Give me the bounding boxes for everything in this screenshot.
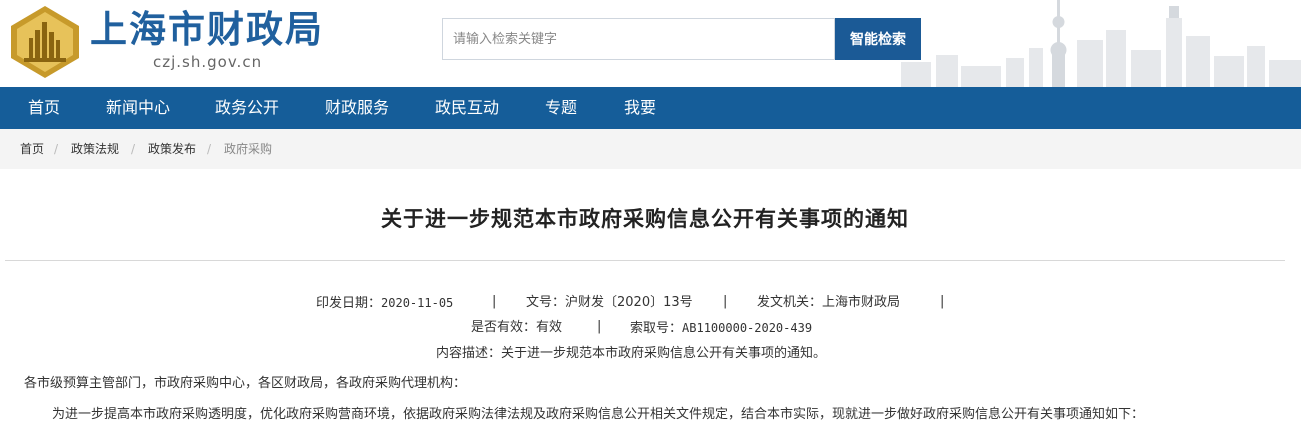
nav-item-gov-affairs[interactable]: 政务公开: [215, 87, 279, 129]
valid-value: 有效: [536, 320, 563, 335]
site-name[interactable]: 上海市财政局: [90, 8, 324, 52]
breadcrumb-current-procurement[interactable]: 政府采购: [224, 129, 272, 169]
meta-divider: |: [940, 294, 945, 309]
city-skyline-decoration: [901, 0, 1301, 87]
meta-divider: |: [723, 294, 728, 309]
breadcrumb-separator: /: [54, 142, 59, 156]
breadcrumb-policy-regulations[interactable]: 政策法规: [71, 129, 119, 169]
meta-index-no: 索取号：AB1100000-2020-439: [630, 319, 812, 338]
main-nav: 首页 新闻中心 政务公开 财政服务 政民互动 专题 我要: [0, 87, 1301, 129]
breadcrumb-policy-release[interactable]: 政策发布: [148, 129, 196, 169]
breadcrumb: 首页 / 政策法规 / 政策发布 / 政府采购: [0, 129, 1301, 169]
search-input[interactable]: [442, 18, 835, 60]
nav-item-news[interactable]: 新闻中心: [106, 87, 170, 129]
meta-doc-no: 文号：沪财发〔2020〕13号: [526, 294, 693, 312]
site-header: 上海市财政局 czj.sh.gov.cn 智能检索: [0, 0, 1301, 87]
desc-label: 内容描述：: [436, 346, 502, 361]
doc-no-value: 沪财发〔2020〕13号: [565, 295, 693, 310]
nav-item-i-want[interactable]: 我要: [624, 87, 656, 129]
article-title: 关于进一步规范本市政府采购信息公开有关事项的通知: [381, 207, 909, 231]
valid-label: 是否有效：: [471, 320, 537, 335]
body-paragraph: 为进一步提高本市政府采购透明度，优化政府采购营商环境，依据政府采购法律法规及政府…: [52, 407, 1145, 422]
meta-issuer: 发文机关：上海市财政局: [757, 294, 900, 312]
meta-divider: |: [492, 294, 497, 309]
breadcrumb-separator: /: [207, 142, 212, 156]
desc-value: 关于进一步规范本市政府采购信息公开有关事项的通知。: [501, 346, 827, 361]
issue-date-value: 2020-11-05: [381, 296, 454, 310]
nav-item-interaction[interactable]: 政民互动: [435, 87, 499, 129]
issue-date-label: 印发日期：: [316, 296, 382, 311]
logo-emblem-icon: [11, 6, 79, 78]
nav-item-home[interactable]: 首页: [28, 87, 60, 129]
meta-validity: 是否有效：有效: [471, 319, 562, 337]
doc-no-label: 文号：: [526, 295, 566, 310]
meta-divider: |: [597, 319, 602, 334]
index-value: AB1100000-2020-439: [682, 321, 813, 335]
breadcrumb-home[interactable]: 首页: [20, 129, 44, 169]
search-button[interactable]: 智能检索: [835, 18, 921, 60]
meta-description: 内容描述：关于进一步规范本市政府采购信息公开有关事项的通知。: [436, 345, 826, 363]
title-divider: [5, 260, 1285, 261]
issuer-label: 发文机关：: [757, 295, 823, 310]
meta-issue-date: 印发日期：2020-11-05: [316, 294, 453, 313]
salutation: 各市级预算主管部门，市政府采购中心，各区财政局，各政府采购代理机构：: [24, 376, 467, 391]
breadcrumb-separator: /: [131, 142, 136, 156]
site-domain: czj.sh.gov.cn: [153, 53, 263, 71]
index-label: 索取号：: [630, 321, 683, 336]
nav-item-finance-services[interactable]: 财政服务: [325, 87, 389, 129]
issuer-value: 上海市财政局: [822, 295, 901, 310]
nav-item-topics[interactable]: 专题: [545, 87, 577, 129]
